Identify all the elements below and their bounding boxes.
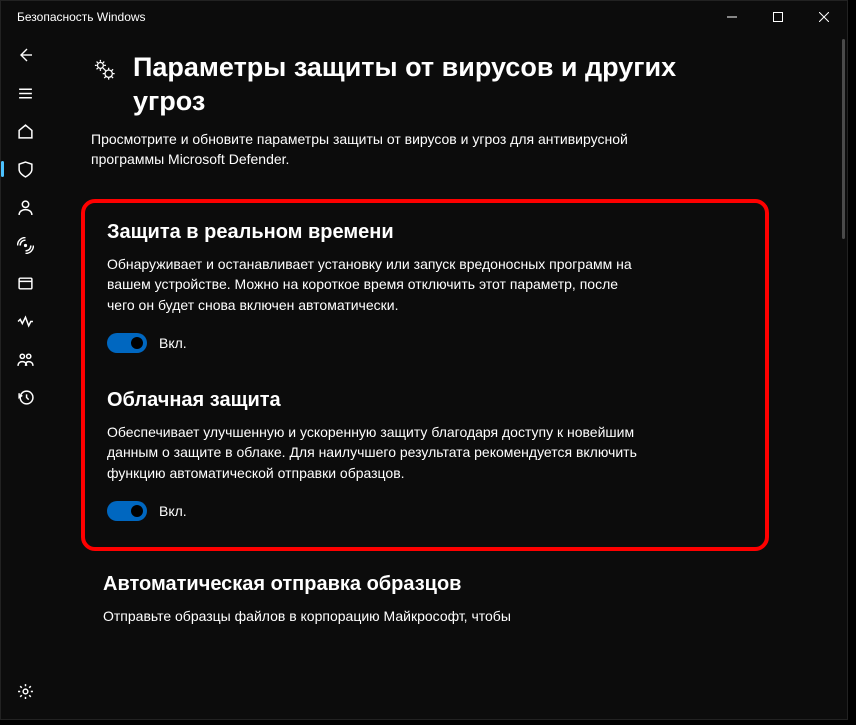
section-desc-realtime: Обнаруживает и останавливает установку и… (107, 254, 647, 315)
nav-history[interactable] (5, 379, 45, 415)
toggle-realtime[interactable] (107, 333, 147, 353)
nav-account-protection[interactable] (5, 189, 45, 225)
highlighted-region: Защита в реальном времени Обнаруживает и… (81, 199, 769, 551)
section-title-cloud: Облачная защита (107, 389, 743, 412)
nav-app-browser[interactable] (5, 265, 45, 301)
nav-home[interactable] (5, 113, 45, 149)
section-realtime: Защита в реальном времени Обнаруживает и… (107, 221, 743, 353)
nav-virus-protection[interactable] (5, 151, 45, 187)
nav-family[interactable] (5, 341, 45, 377)
menu-button[interactable] (5, 75, 45, 111)
back-button[interactable] (5, 37, 45, 73)
nav-settings[interactable] (5, 673, 45, 709)
section-cloud: Облачная защита Обеспечивает улучшенную … (107, 389, 743, 521)
page-title: Параметры защиты от вирусов и других угр… (133, 51, 693, 119)
content-area: Параметры защиты от вирусов и других угр… (49, 33, 847, 719)
virus-settings-icon (91, 51, 119, 81)
page-subtitle: Просмотрите и обновите параметры защиты … (91, 129, 651, 170)
window-title: Безопасность Windows (17, 10, 146, 24)
minimize-button[interactable] (709, 1, 755, 33)
nav-device-security[interactable] (5, 303, 45, 339)
section-title-realtime: Защита в реальном времени (107, 221, 743, 244)
sidebar (1, 33, 49, 719)
toggle-label-cloud: Вкл. (159, 503, 187, 519)
section-sample: Автоматическая отправка образцов Отправь… (91, 573, 809, 626)
toggle-label-realtime: Вкл. (159, 335, 187, 351)
close-button[interactable] (801, 1, 847, 33)
app-window: Безопасность Windows (0, 0, 848, 720)
maximize-button[interactable] (755, 1, 801, 33)
toggle-cloud[interactable] (107, 501, 147, 521)
titlebar: Безопасность Windows (1, 1, 847, 33)
section-title-sample: Автоматическая отправка образцов (103, 573, 787, 596)
nav-firewall[interactable] (5, 227, 45, 263)
window-controls (709, 1, 847, 33)
page-header: Параметры защиты от вирусов и других угр… (91, 51, 809, 119)
scrollbar[interactable] (842, 39, 845, 239)
section-desc-cloud: Обеспечивает улучшенную и ускоренную защ… (107, 422, 647, 483)
body-area: Параметры защиты от вирусов и других угр… (1, 33, 847, 719)
section-desc-sample: Отправьте образцы файлов в корпорацию Ма… (103, 606, 643, 626)
